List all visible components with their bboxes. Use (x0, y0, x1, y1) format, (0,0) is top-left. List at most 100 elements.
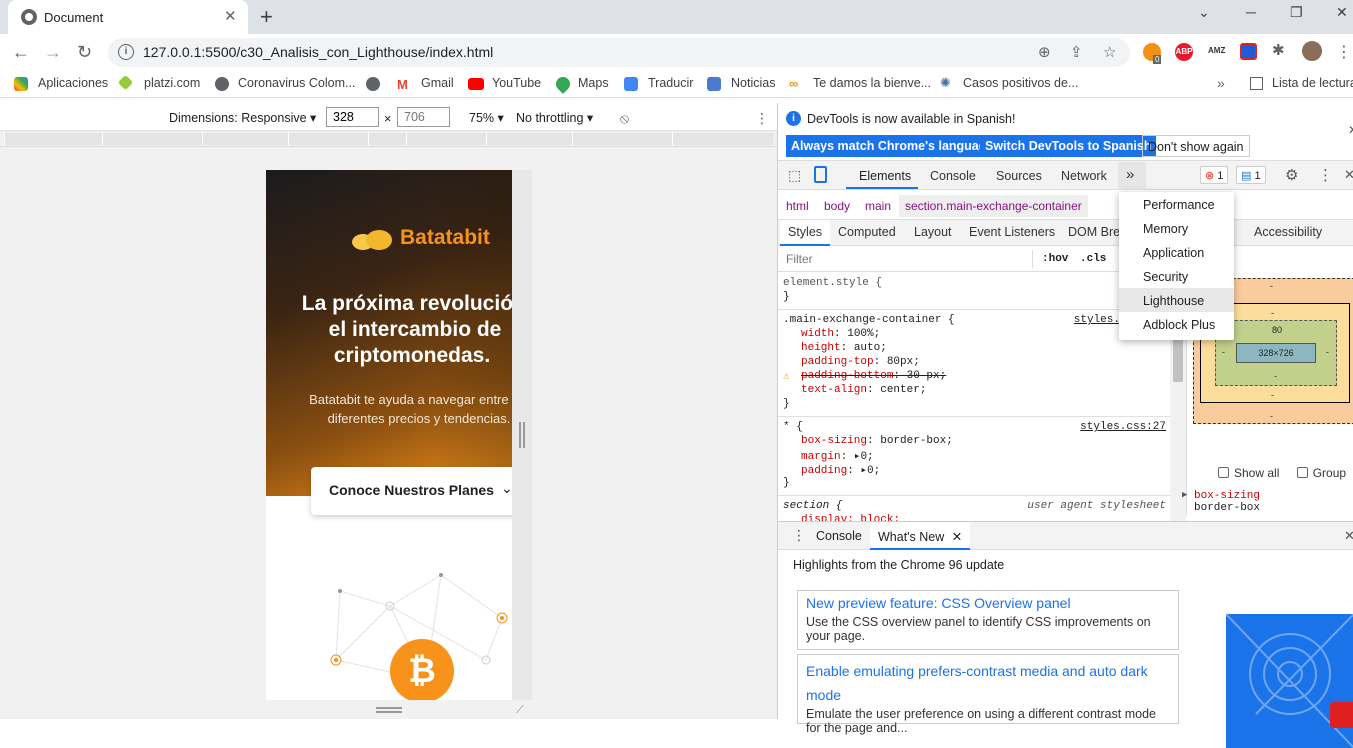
rule-property[interactable]: text-align: center; (801, 384, 926, 396)
group-checkbox[interactable]: Group (1296, 466, 1346, 480)
tab-elements[interactable]: Elements (859, 169, 911, 183)
apps-grid-icon[interactable] (14, 77, 28, 91)
height-input[interactable] (397, 107, 450, 127)
breadcrumb-item[interactable]: body (824, 199, 850, 213)
cls-toggle[interactable]: .cls (1080, 253, 1106, 265)
avatar[interactable] (1302, 41, 1322, 61)
media-query-segment[interactable] (202, 133, 288, 145)
bookmark-item[interactable]: YouTube (492, 76, 541, 90)
puzzle-icon[interactable]: ✱ (1272, 41, 1285, 59)
rule-selector[interactable]: element.style { (783, 277, 882, 289)
media-query-segment[interactable] (486, 133, 572, 145)
switch-language-button[interactable]: Switch DevTools to Spanish (980, 135, 1157, 157)
border-bottom-value[interactable]: - (1271, 390, 1274, 400)
padding-top-value[interactable]: 80 (1272, 325, 1282, 335)
width-input[interactable] (326, 107, 379, 127)
border-top-value[interactable]: - (1271, 308, 1274, 318)
menu-item-application[interactable]: Application (1119, 240, 1234, 264)
match-language-button[interactable]: Always match Chrome's language (786, 135, 999, 157)
filter-input[interactable]: Filter (786, 252, 813, 266)
bookmark-item[interactable]: Coronavirus Colom... (238, 76, 355, 90)
bookmark-item[interactable]: Maps (578, 76, 609, 90)
subtab-accessibility[interactable]: Accessibility (1254, 225, 1322, 239)
dimensions-select[interactable]: Dimensions: Responsive ▾ (169, 110, 316, 125)
maximize-button[interactable]: ❐ (1290, 4, 1303, 21)
tab-sources[interactable]: Sources (996, 169, 1042, 183)
adblock-icon[interactable]: ABP (1175, 43, 1193, 61)
minimize-button[interactable]: ─ (1246, 4, 1256, 20)
gear-icon[interactable]: ⚙ (1285, 166, 1298, 184)
rule-source-link[interactable]: styles. (1074, 314, 1120, 326)
breadcrumb-item[interactable]: html (786, 199, 809, 213)
devtools-menu-icon[interactable]: ⋮ (1318, 166, 1333, 184)
device-toggle-icon[interactable] (814, 166, 827, 183)
bookmark-item[interactable]: Te damos la bienve... (813, 76, 931, 90)
back-icon[interactable]: ← (12, 42, 30, 63)
dont-show-again-button[interactable]: Don't show again (1142, 135, 1250, 157)
tab-network[interactable]: Network (1061, 169, 1107, 183)
hov-toggle[interactable]: :hov (1042, 253, 1068, 265)
bookmark-item[interactable]: Traducir (648, 76, 693, 90)
rule-selector[interactable]: section { (783, 500, 842, 512)
rule-property[interactable]: margin: ▸0; (801, 449, 874, 463)
computed-property[interactable]: ▶ box-sizing border-box (1182, 490, 1260, 514)
resize-handle-right[interactable] (519, 422, 525, 448)
rule-property[interactable]: padding-top: 80px; (801, 356, 920, 368)
close-window-button[interactable]: ✕ (1336, 4, 1348, 21)
feature-card[interactable]: New preview feature: CSS Overview panel … (797, 590, 1179, 650)
subtab-computed[interactable]: Computed (838, 225, 896, 239)
menu-item-performance[interactable]: Performance (1119, 192, 1234, 216)
media-query-segment[interactable] (406, 133, 486, 145)
padding-bottom-value[interactable]: - (1274, 371, 1277, 381)
subtab-styles[interactable]: Styles (780, 220, 831, 246)
forward-icon[interactable]: → (44, 42, 62, 63)
inspect-element-icon[interactable]: ⬚ (788, 167, 801, 184)
plans-dropdown-button[interactable]: Conoce Nuestros Planes ⌄ (311, 467, 512, 515)
bookmark-apps[interactable]: Aplicaciones (38, 76, 108, 90)
resize-handle-corner[interactable]: ⟋ (516, 704, 524, 717)
drawer-tab-whats-new[interactable]: What's New ✕ (870, 522, 971, 550)
close-tab-icon[interactable]: ✕ (224, 7, 237, 25)
menu-item-lighthouse[interactable]: Lighthouse (1119, 288, 1234, 312)
close-infobar-icon[interactable]: ✕ (1348, 123, 1353, 137)
zoom-select[interactable]: 75% ▾ (469, 110, 504, 125)
show-all-checkbox[interactable]: Show all (1218, 466, 1279, 480)
bookmark-item[interactable]: Gmail (421, 76, 454, 90)
zoom-icon[interactable]: ⊕ (1038, 43, 1051, 61)
resize-handle-bottom[interactable] (376, 707, 402, 713)
bookmark-item[interactable]: Noticias (731, 76, 775, 90)
amazon-ext-icon[interactable]: AMZ (1208, 46, 1225, 55)
reading-list[interactable]: Lista de lectura (1272, 76, 1353, 90)
margin-top-value[interactable]: - (1270, 281, 1273, 291)
media-query-segment[interactable] (102, 133, 202, 145)
media-query-bar[interactable] (0, 131, 777, 147)
media-query-segment[interactable] (672, 133, 773, 145)
feature-card-title[interactable]: Enable emulating prefers-contrast media … (806, 659, 1176, 707)
message-count-badge[interactable]: ▤ 1 (1236, 166, 1266, 184)
close-devtools-icon[interactable]: ✕ (1344, 167, 1353, 183)
drawer-tab-console[interactable]: Console (816, 529, 862, 543)
subtab-event-listeners[interactable]: Event Listeners (969, 225, 1055, 239)
rule-property[interactable]: width: 100%; (801, 328, 880, 340)
rule-selector[interactable]: * { (783, 421, 803, 433)
tab-search-icon[interactable]: ⌄ (1198, 4, 1210, 21)
tab-console[interactable]: Console (930, 169, 976, 183)
bookmark-star-icon[interactable]: ☆ (1103, 43, 1116, 61)
close-tab-icon[interactable]: ✕ (952, 530, 962, 544)
browser-tab[interactable]: Document ✕ (8, 0, 248, 34)
share-icon[interactable]: ⇪ (1070, 43, 1083, 61)
rotate-icon[interactable]: ⦸ (620, 110, 629, 127)
globe-icon[interactable] (366, 77, 380, 91)
expand-triangle-icon[interactable]: ▶ (1182, 490, 1187, 500)
breadcrumb-item-active[interactable]: section.main-exchange-container (899, 195, 1088, 217)
menu-icon[interactable]: ⋮ (1336, 42, 1352, 62)
subtab-layout[interactable]: Layout (914, 225, 952, 239)
box-model-content[interactable]: 328×726 (1236, 343, 1316, 363)
site-info-icon[interactable]: i (118, 44, 134, 60)
menu-item-memory[interactable]: Memory (1119, 216, 1234, 240)
more-bookmarks-icon[interactable]: » (1217, 75, 1225, 91)
media-query-segment[interactable] (572, 133, 672, 145)
menu-item-security[interactable]: Security (1119, 264, 1234, 288)
address-bar[interactable]: i 127.0.0.1:5500/c30_Analisis_con_Lighth… (108, 38, 1130, 67)
rule-property[interactable]: box-sizing: border-box; (801, 435, 953, 447)
